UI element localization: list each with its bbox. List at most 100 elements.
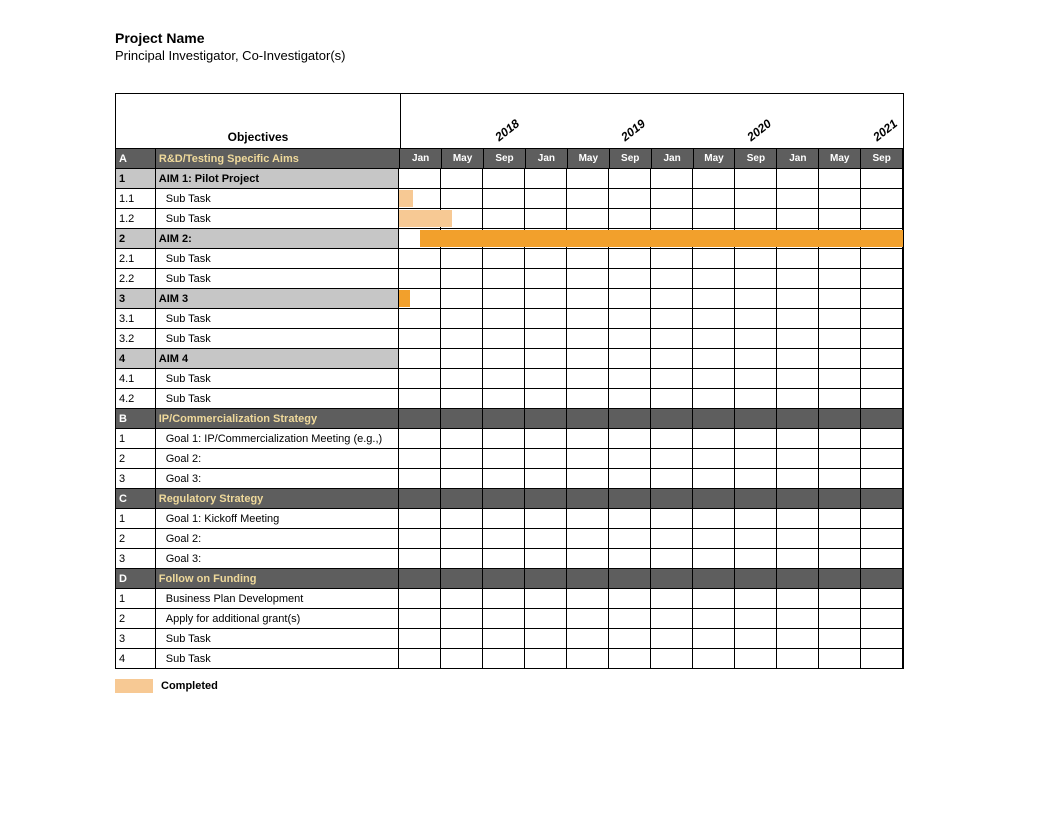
page-subtitle: Principal Investigator, Co-Investigator(… (115, 48, 1057, 63)
year-label: 2021 (870, 117, 900, 144)
row-label: Goal 1: Kickoff Meeting (156, 509, 399, 528)
table-row: 4Sub Task (116, 649, 903, 669)
row-label: Business Plan Development (156, 589, 399, 608)
row-index: 4.2 (116, 389, 156, 408)
row-index: 4 (116, 349, 156, 368)
table-row: 3.2Sub Task (116, 329, 903, 349)
section-index: D (116, 569, 156, 588)
table-row: 1Goal 1: Kickoff Meeting (116, 509, 903, 529)
row-label: AIM 1: Pilot Project (156, 169, 399, 188)
year-label: 2018 (492, 117, 522, 144)
year-label: 2020 (744, 117, 774, 144)
table-row: 2Apply for additional grant(s) (116, 609, 903, 629)
row-label: Goal 3: (156, 469, 399, 488)
table-row: 1.2Sub Task (116, 209, 903, 229)
row-label: Sub Task (156, 249, 399, 268)
gantt-bar (399, 210, 452, 227)
row-index: 2 (116, 229, 156, 248)
month-header: Jan (652, 149, 694, 168)
row-label: Sub Task (156, 629, 399, 648)
month-header: Jan (400, 149, 442, 168)
table-row: 1Goal 1: IP/Commercialization Meeting (e… (116, 429, 903, 449)
row-index: 4.1 (116, 369, 156, 388)
table-row: 4AIM 4 (116, 349, 903, 369)
table-row: 3Goal 3: (116, 549, 903, 569)
row-label: Sub Task (156, 369, 399, 388)
month-header: May (694, 149, 736, 168)
row-label: Goal 3: (156, 549, 399, 568)
row-label: AIM 2: (156, 229, 399, 248)
table-row: 2Goal 2: (116, 529, 903, 549)
month-header: May (442, 149, 484, 168)
section-title: Follow on Funding (156, 569, 399, 588)
row-label: Goal 1: IP/Commercialization Meeting (e.… (156, 429, 399, 448)
legend-swatch-completed (115, 679, 153, 693)
row-label: Sub Task (156, 649, 399, 668)
month-header: Sep (610, 149, 652, 168)
table-row: 3AIM 3 (116, 289, 903, 309)
objectives-header: Objectives (116, 94, 401, 148)
section-index: A (116, 149, 156, 168)
row-index: 2 (116, 529, 156, 548)
year-label: 2019 (618, 117, 648, 144)
row-index: 3 (116, 549, 156, 568)
table-row: 4.1Sub Task (116, 369, 903, 389)
row-index: 2 (116, 609, 156, 628)
month-header: Sep (861, 149, 903, 168)
gantt-bar (399, 190, 413, 207)
gantt-bar (399, 290, 410, 307)
table-row: 1.1Sub Task (116, 189, 903, 209)
section-title: Regulatory Strategy (156, 489, 399, 508)
table-row: 3.1Sub Task (116, 309, 903, 329)
table-row: 4.2Sub Task (116, 389, 903, 409)
section-index: C (116, 489, 156, 508)
row-label: Sub Task (156, 309, 399, 328)
years-header: 2018 2019 2020 2021 (401, 94, 903, 148)
row-label: Goal 2: (156, 529, 399, 548)
row-index: 1 (116, 429, 156, 448)
row-index: 3 (116, 289, 156, 308)
row-index: 2 (116, 449, 156, 468)
row-label: Sub Task (156, 269, 399, 288)
row-index: 2.1 (116, 249, 156, 268)
table-row: 2AIM 2: (116, 229, 903, 249)
legend: Completed (115, 679, 1057, 693)
row-index: 3.1 (116, 309, 156, 328)
table-row: 3Goal 3: (116, 469, 903, 489)
row-index: 1 (116, 169, 156, 188)
month-header: May (568, 149, 610, 168)
row-index: 3.2 (116, 329, 156, 348)
row-index: 1 (116, 509, 156, 528)
month-header: Jan (526, 149, 568, 168)
section-title: IP/Commercialization Strategy (156, 409, 399, 428)
section-title: R&D/Testing Specific Aims (156, 149, 400, 168)
row-label: AIM 4 (156, 349, 399, 368)
table-row: 3Sub Task (116, 629, 903, 649)
row-index: 1 (116, 589, 156, 608)
row-label: Sub Task (156, 389, 399, 408)
month-header: May (819, 149, 861, 168)
month-header: Sep (735, 149, 777, 168)
row-label: Apply for additional grant(s) (156, 609, 399, 628)
row-index: 1.2 (116, 209, 156, 228)
row-label: Sub Task (156, 189, 399, 208)
table-row: 2Goal 2: (116, 449, 903, 469)
row-index: 4 (116, 649, 156, 668)
table-row: 1Business Plan Development (116, 589, 903, 609)
row-label: Goal 2: (156, 449, 399, 468)
month-header: Jan (777, 149, 819, 168)
table-row: 1AIM 1: Pilot Project (116, 169, 903, 189)
row-index: 3 (116, 629, 156, 648)
row-label: AIM 3 (156, 289, 399, 308)
section-index: B (116, 409, 156, 428)
gantt-bar (420, 230, 903, 247)
row-label: Sub Task (156, 209, 399, 228)
table-row: 2.2Sub Task (116, 269, 903, 289)
row-label: Sub Task (156, 329, 399, 348)
row-index: 2.2 (116, 269, 156, 288)
gantt-body: AR&D/Testing Specific AimsJanMaySepJanMa… (116, 149, 903, 669)
header-block: Objectives 2018 2019 2020 2021 (116, 94, 903, 149)
gantt-chart: Objectives 2018 2019 2020 2021 AR&D/Testing… (115, 93, 904, 669)
table-row: 2.1Sub Task (116, 249, 903, 269)
row-index: 1.1 (116, 189, 156, 208)
